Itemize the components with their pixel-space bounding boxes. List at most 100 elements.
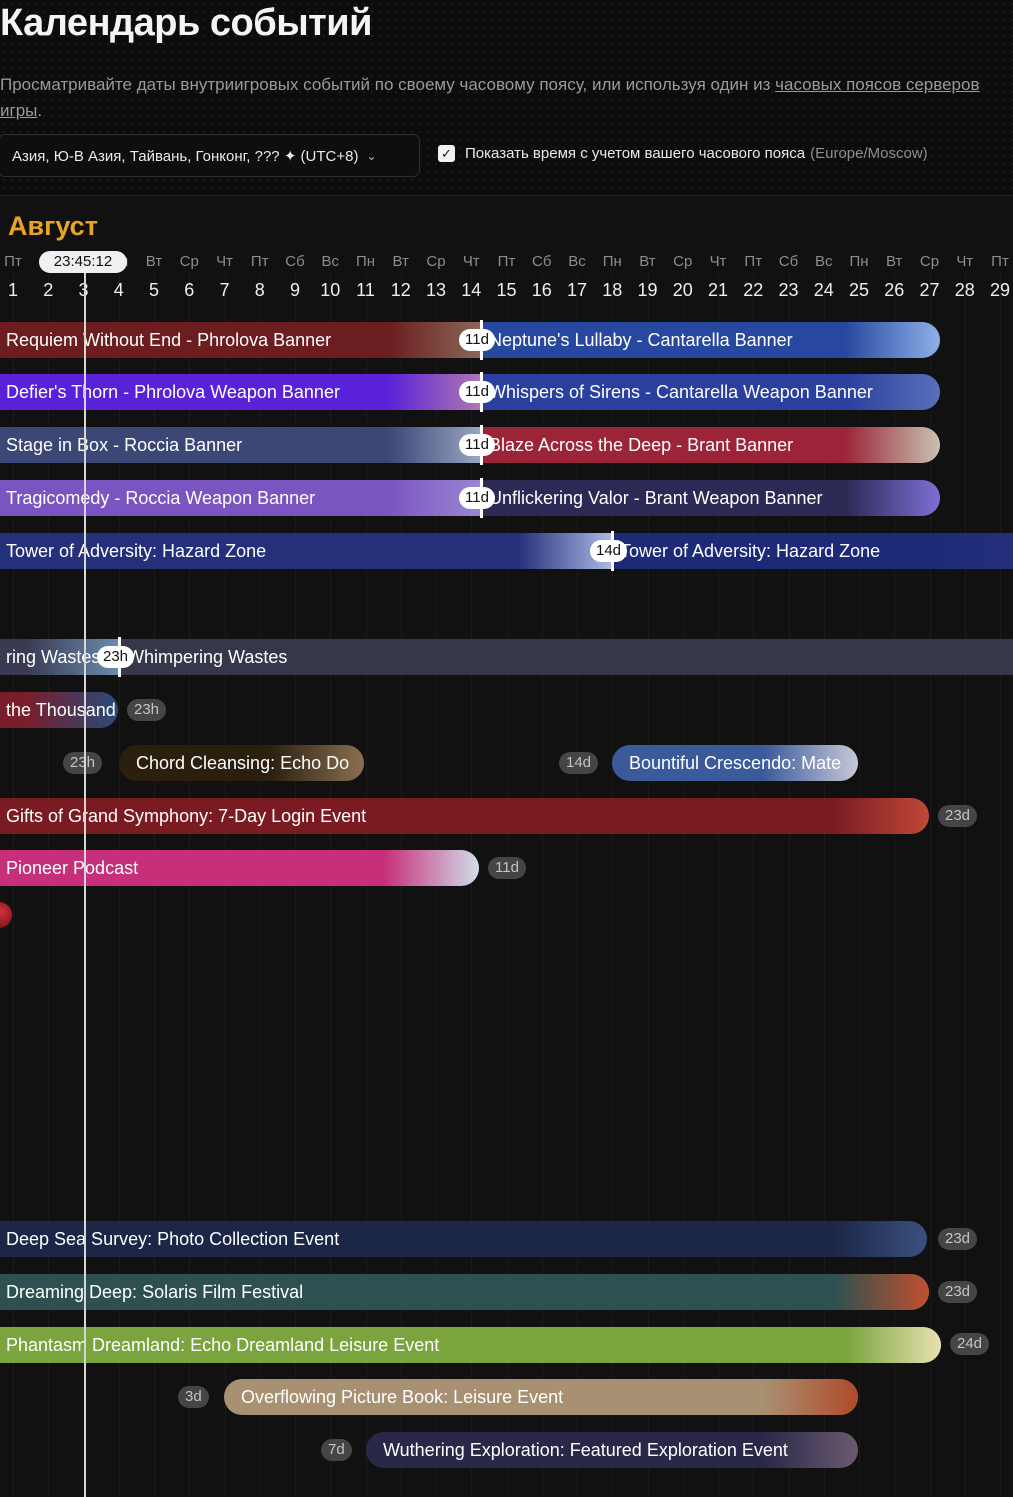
event-name: Blaze Across the Deep - Brant Banner (489, 434, 794, 455)
weekday-label: Пт (497, 253, 516, 270)
page-title: Календарь событий (0, 2, 373, 44)
event-name: Overflowing Picture Book: Leisure Event (241, 1386, 564, 1407)
event-art-thumbnail (845, 322, 940, 358)
weekday-label: Вт (392, 253, 409, 270)
event-bar[interactable]: Defier's Thorn - Phrolova Weapon Banner (0, 374, 483, 410)
event-art-thumbnail (384, 850, 479, 886)
weekday-label: Ср (426, 253, 446, 270)
time-remaining-badge: 11d (459, 434, 495, 456)
event-bar[interactable]: Gifts of Grand Symphony: 7-Day Login Eve… (0, 798, 929, 834)
time-remaining-badge: 23h (97, 646, 135, 668)
event-bar[interactable]: Tower of Adversity: Hazard Zone (612, 533, 1013, 569)
day-number: 17 (566, 280, 588, 300)
event-bar[interactable]: the Thousand (0, 692, 118, 728)
timezone-select[interactable]: Азия, Ю-В Азия, Тайвань, Гонконг, ??? ✦ … (0, 134, 420, 177)
current-time-badge: 23:45:12 (39, 251, 127, 273)
event-art-thumbnail (845, 480, 940, 516)
day-number: 28 (954, 280, 975, 300)
weekday-label: Пн (602, 253, 622, 270)
day-number: 5 (148, 280, 159, 300)
event-bar[interactable]: Phantasm Dreamland: Echo Dreamland Leisu… (0, 1327, 941, 1363)
event-bar[interactable]: Neptune's Lullaby - Cantarella Banner (481, 322, 940, 358)
event-art-thumbnail (834, 798, 929, 834)
local-time-toggle[interactable]: ✓ Показать время с учетом вашего часовог… (438, 145, 928, 162)
event-bar[interactable]: Wuthering Exploration: Featured Explorat… (366, 1432, 858, 1468)
event-icon[interactable] (0, 902, 12, 928)
description-text: Просматривайте даты внутриигровых событи… (0, 75, 771, 94)
weekday-label: Чт (956, 253, 974, 270)
checkbox-checked-icon[interactable]: ✓ (438, 145, 455, 162)
weekday-label: Вс (321, 253, 339, 270)
day-number: 18 (602, 280, 623, 300)
event-name: Defier's Thorn - Phrolova Weapon Banner (6, 381, 340, 402)
day-number: 6 (184, 280, 195, 300)
event-name: Requiem Without End - Phrolova Banner (6, 329, 332, 350)
day-number: 7 (219, 280, 230, 300)
day-number: 19 (637, 280, 658, 300)
event-name: Neptune's Lullaby - Cantarella Banner (489, 329, 793, 350)
local-time-label: Показать время с учетом вашего часового … (465, 145, 806, 162)
event-bar[interactable]: Whispers of Sirens - Cantarella Weapon B… (481, 374, 940, 410)
event-name: Pioneer Podcast (6, 857, 139, 878)
day-number: 14 (461, 280, 482, 300)
timezone-select-value: Азия, Ю-В Азия, Тайвань, Гонконг, ??? ✦ … (12, 147, 359, 165)
event-bar[interactable]: Blaze Across the Deep - Brant Banner (481, 427, 940, 463)
day-number: 27 (919, 280, 940, 300)
event-bar[interactable]: Tower of Adversity: Hazard Zone (0, 533, 613, 569)
event-bar[interactable]: Bountiful Crescendo: Mate (612, 745, 858, 781)
event-art-thumbnail (834, 1274, 929, 1310)
day-number: 12 (390, 280, 411, 300)
time-remaining-badge: 23d (938, 805, 978, 827)
event-art-thumbnail (832, 1221, 927, 1257)
event-bar[interactable]: Stage in Box - Roccia Banner (0, 427, 483, 463)
time-remaining-badge: 23d (938, 1281, 978, 1303)
event-name: the Thousand (6, 699, 116, 720)
day-number: 24 (813, 280, 834, 300)
day-number: 11 (356, 280, 375, 300)
chevron-down-icon: ⌄ (366, 148, 377, 163)
current-time-line (84, 258, 86, 1497)
weekday-label: Вт (639, 253, 656, 270)
time-remaining-badge: 11d (459, 329, 495, 351)
event-bar[interactable]: Overflowing Picture Book: Leisure Event (224, 1379, 858, 1415)
time-remaining-badge: 11d (488, 857, 526, 879)
event-bar[interactable]: Unflickering Valor - Brant Weapon Banner (481, 480, 940, 516)
weekday-label: Чт (216, 253, 233, 270)
event-name: Phantasm Dreamland: Echo Dreamland Leisu… (6, 1334, 440, 1355)
day-number: 26 (884, 280, 905, 300)
time-remaining-badge: 3d (178, 1386, 209, 1408)
day-number: 22 (743, 280, 764, 300)
weekday-label: Сб (778, 253, 799, 270)
weekday-label: Пн (355, 253, 376, 270)
event-name: ring Wastes (6, 646, 101, 667)
weekday-label: Ср (919, 253, 940, 270)
event-name: Wuthering Exploration: Featured Explorat… (383, 1439, 788, 1460)
time-remaining-badge: 7d (321, 1439, 352, 1461)
weekday-label: Ср (179, 253, 199, 270)
event-name: Tower of Adversity: Hazard Zone (620, 540, 881, 561)
weekday-label: Пт (250, 253, 269, 270)
event-name: Chord Cleansing: Echo Do (136, 752, 350, 773)
event-bar[interactable]: Tragicomedy - Roccia Weapon Banner (0, 480, 483, 516)
event-name: Tower of Adversity: Hazard Zone (6, 540, 267, 561)
event-name: Whispers of Sirens - Cantarella Weapon B… (489, 381, 873, 402)
day-number: 8 (254, 280, 265, 300)
event-name: Whimpering Wastes (127, 646, 288, 667)
event-bar[interactable]: Pioneer Podcast (0, 850, 479, 886)
weekday-label: Вт (886, 253, 903, 270)
event-name: Deep Sea Survey: Photo Collection Event (6, 1228, 340, 1249)
event-bar[interactable]: Dreaming Deep: Solaris Film Festival (0, 1274, 929, 1310)
weekday-label: Сб (532, 253, 552, 270)
time-remaining-badge: 14d (590, 540, 628, 562)
event-bar[interactable]: Chord Cleansing: Echo Do (119, 745, 364, 781)
weekday-label: Вс (814, 253, 833, 270)
time-remaining-badge: 23h (63, 752, 103, 774)
weekday-label: Вт (145, 253, 163, 270)
event-bar[interactable]: Whimpering Wastes (119, 639, 1013, 675)
weekday-label: Сб (285, 253, 305, 270)
event-name: Stage in Box - Roccia Banner (6, 434, 243, 455)
event-bar[interactable]: Requiem Without End - Phrolova Banner (0, 322, 483, 358)
event-bar[interactable]: Deep Sea Survey: Photo Collection Event (0, 1221, 927, 1257)
day-number: 13 (425, 280, 447, 300)
day-number: 15 (496, 280, 517, 300)
